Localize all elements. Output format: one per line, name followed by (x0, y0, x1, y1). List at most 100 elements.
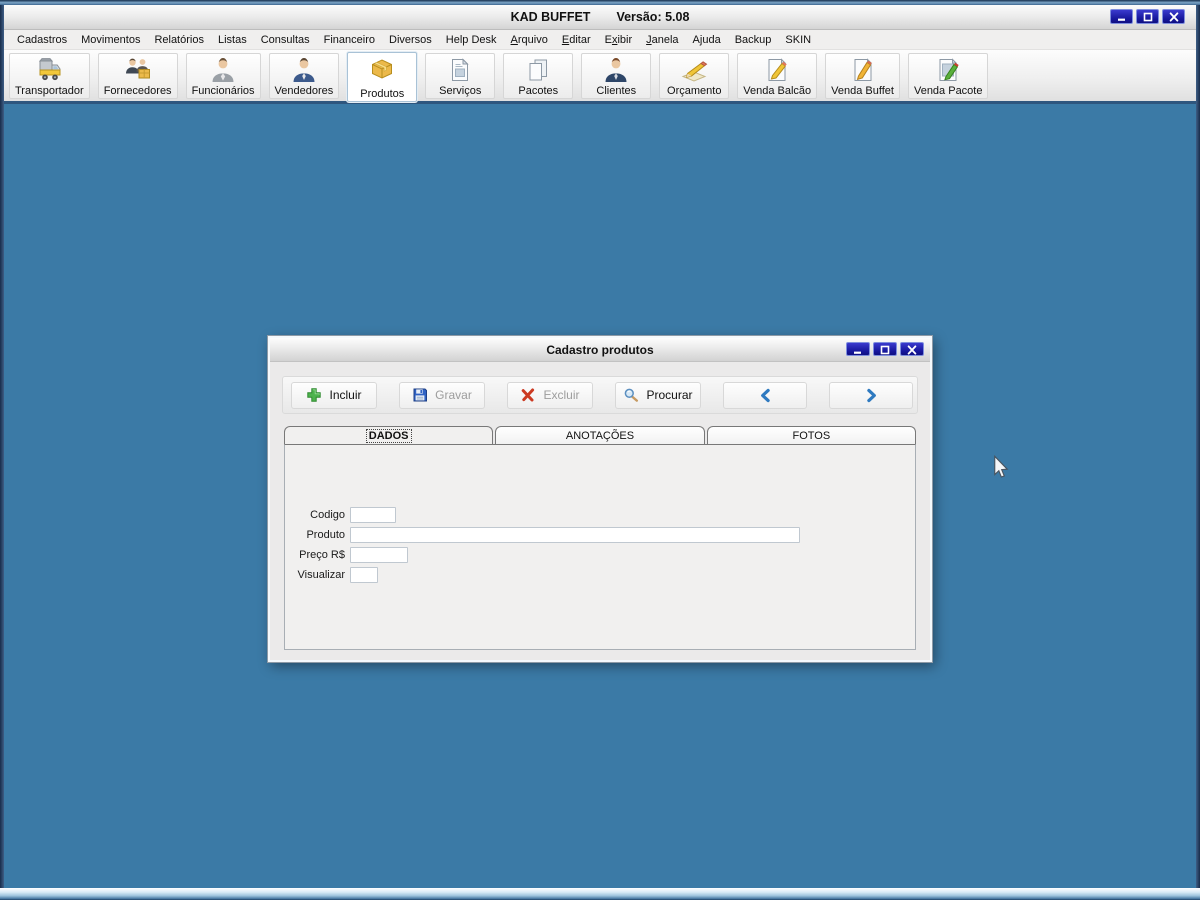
menu-item-financeiro[interactable]: Financeiro (317, 32, 382, 48)
suppliers-icon (124, 56, 152, 84)
tab-dados[interactable]: DADOS (284, 426, 494, 444)
menu-item-listas[interactable]: Listas (211, 32, 254, 48)
tab-label: ANOTAÇÕES (565, 429, 635, 442)
toolbar-button-fornecedores[interactable]: Fornecedores (97, 53, 178, 99)
toolbar-button-venda-pacote[interactable]: Venda Pacote (907, 53, 989, 99)
dialog-close-button[interactable] (900, 342, 924, 356)
toolbar-button-produtos[interactable]: Produtos (347, 52, 418, 102)
window-minimize-icon (852, 344, 864, 354)
dialog-minimize-button[interactable] (846, 342, 870, 356)
action-button-label: Gravar (435, 388, 472, 402)
menu-item-label: Editar (561, 33, 591, 46)
tab-anotacoes[interactable]: ANOTAÇÕES (495, 426, 705, 444)
window-minimize-button[interactable] (1110, 9, 1133, 24)
toolbar-button-pacotes[interactable]: Pacotes (503, 53, 574, 99)
toolbar-button-label: Clientes (596, 85, 637, 97)
window-frame-bottom (0, 888, 1200, 900)
action-button-procurar[interactable]: Procurar (615, 381, 701, 409)
menu-item-label: Ajuda (692, 33, 721, 46)
menu-item-janela[interactable]: Janela (639, 32, 685, 48)
previous-record-button[interactable] (723, 381, 807, 409)
produto-input[interactable] (350, 527, 800, 543)
truck-icon (35, 56, 63, 84)
dados-tab-pane: Codigo Produto Preço R$ Visualizar (284, 444, 916, 650)
menu-item-editar[interactable]: Editar (555, 32, 598, 48)
tab-label: DADOS (365, 428, 412, 443)
toolbar-button-clientes[interactable]: Clientes (581, 53, 652, 99)
menu-item-label: Janela (646, 33, 679, 46)
arrow-right-icon (864, 388, 879, 403)
menu-item-diversos[interactable]: Diversos (382, 32, 439, 48)
toolbar-button-venda-buffet[interactable]: Venda Buffet (825, 53, 900, 99)
action-button-label: Excluir (543, 388, 580, 402)
menu-item-consultas[interactable]: Consultas (254, 32, 317, 48)
window-close-button[interactable] (1162, 9, 1185, 24)
action-button-gravar: Gravar (399, 381, 485, 409)
toolbar-button-orcamento[interactable]: Orçamento (659, 53, 730, 99)
toolbar-button-label: Vendedores (274, 85, 334, 97)
toolbar-button-funcionarios[interactable]: Funcionários (185, 53, 261, 99)
window-close-icon (1168, 11, 1180, 22)
menu-item-label: Backup (734, 33, 772, 46)
cadastro-produtos-dialog: Cadastro produtos Incluir Gravar Excluir… (267, 335, 933, 663)
field-row-produto: Produto (293, 527, 800, 543)
action-button-label: Incluir (329, 388, 362, 402)
menu-item-exibir[interactable]: Exibir (598, 32, 640, 48)
add-plus-icon (306, 387, 322, 403)
menu-item-relatorios[interactable]: Relatórios (147, 32, 211, 48)
dialog-title: Cadastro produtos (546, 342, 654, 357)
dialog-controls (846, 342, 924, 356)
menu-item-arquivo[interactable]: Arquivo (504, 32, 555, 48)
toolbar-button-label: Pacotes (518, 85, 559, 97)
toolbar-button-transportador[interactable]: Transportador (9, 53, 90, 99)
field-row-preco-r: Preço R$ (293, 547, 408, 563)
employee-icon (209, 56, 237, 84)
dialog-maximize-button[interactable] (873, 342, 897, 356)
toolbar-button-servicos[interactable]: Serviços (425, 53, 496, 99)
codigo-input[interactable] (350, 507, 396, 523)
toolbar-button-label: Transportador (15, 85, 84, 97)
sale-buffet-icon (849, 56, 877, 84)
sale-package-icon (934, 56, 962, 84)
menu-item-ajuda[interactable]: Ajuda (686, 32, 728, 48)
delete-x-icon (520, 387, 536, 403)
window-frame-right (1196, 5, 1200, 888)
window-close-icon (906, 344, 918, 355)
dialog-tabbar: DADOS ANOTAÇÕES FOTOS (284, 426, 916, 444)
action-button-excluir: Excluir (507, 381, 593, 409)
menu-item-help-desk[interactable]: Help Desk (439, 32, 504, 48)
field-label: Preço R$ (299, 549, 345, 561)
services-document-icon (446, 56, 474, 84)
tab-fotos[interactable]: FOTOS (706, 426, 916, 444)
product-box-icon (368, 55, 396, 83)
action-button-label: Procurar (646, 388, 693, 402)
action-button-incluir[interactable]: Incluir (291, 381, 377, 409)
save-floppy-icon (412, 387, 428, 403)
toolbar-button-label: Venda Pacote (913, 85, 983, 97)
menu-item-label: Financeiro (323, 33, 375, 46)
field-row-codigo: Codigo (293, 507, 396, 523)
menu-item-backup[interactable]: Backup (728, 32, 779, 48)
arrow-left-icon (758, 388, 773, 403)
app-titlebar: KAD BUFFET Versão: 5.08 (4, 5, 1196, 30)
app-version-label: Versão: 5.08 (616, 10, 690, 24)
main-toolbar: Transportador Fornecedores Funcionários … (4, 50, 1196, 104)
toolbar-button-label: Venda Buffet (831, 85, 894, 97)
visualizar-input[interactable] (350, 567, 378, 583)
toolbar-button-label: Serviços (439, 85, 482, 97)
window-maximize-icon (879, 344, 891, 355)
window-maximize-icon (1142, 12, 1154, 22)
toolbar-button-vendedores[interactable]: Vendedores (268, 53, 340, 99)
search-magnifier-icon (623, 387, 639, 403)
window-maximize-button[interactable] (1136, 9, 1159, 24)
next-record-button[interactable] (829, 381, 913, 409)
mouse-cursor-icon (993, 454, 1009, 480)
menu-item-skin[interactable]: SKIN (778, 32, 818, 48)
window-minimize-icon (1116, 12, 1128, 22)
menu-item-movimentos[interactable]: Movimentos (74, 32, 147, 48)
toolbar-button-label: Venda Balcão (743, 85, 812, 97)
menu-item-cadastros[interactable]: Cadastros (10, 32, 74, 48)
preco-r-input[interactable] (350, 547, 408, 563)
toolbar-button-venda-balcao[interactable]: Venda Balcão (737, 53, 818, 99)
menu-item-label: Relatórios (154, 33, 204, 46)
